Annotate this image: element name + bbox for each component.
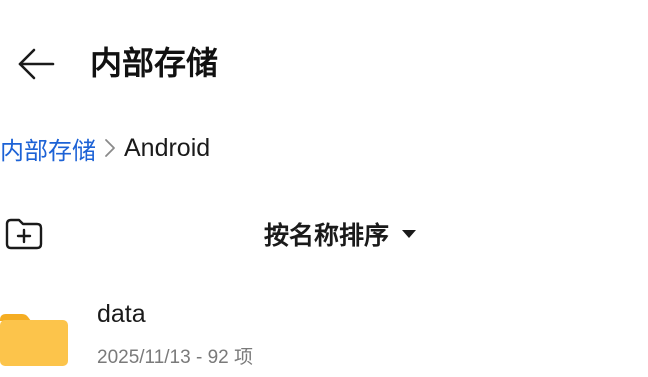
file-meta: 2025/11/13 - 92 项 [97, 342, 253, 369]
list-item[interactable]: data 2025/11/13 - 92 项 [0, 292, 648, 377]
back-button[interactable] [10, 40, 62, 88]
chevron-right-icon [96, 130, 124, 166]
file-date: 2025/11/13 [97, 347, 191, 368]
arrow-left-icon [18, 48, 55, 80]
file-item-count: 92 项 [207, 347, 253, 368]
caret-down-icon [397, 214, 421, 254]
page-title: 内部存储 [90, 44, 219, 82]
folder-icon [0, 314, 68, 366]
sort-dropdown[interactable]: 按名称排序 [264, 214, 421, 254]
new-folder-icon [5, 218, 43, 250]
breadcrumb-item-internal-storage[interactable]: 内部存储 [0, 131, 96, 166]
meta-separator: - [190, 347, 208, 368]
new-folder-button[interactable] [2, 212, 46, 256]
file-name: data [97, 300, 146, 328]
breadcrumb: 内部存储 Android [0, 130, 210, 166]
breadcrumb-item-android: Android [124, 133, 211, 162]
sort-label: 按名称排序 [264, 221, 390, 250]
app-header: 内部存储 [0, 0, 648, 125]
